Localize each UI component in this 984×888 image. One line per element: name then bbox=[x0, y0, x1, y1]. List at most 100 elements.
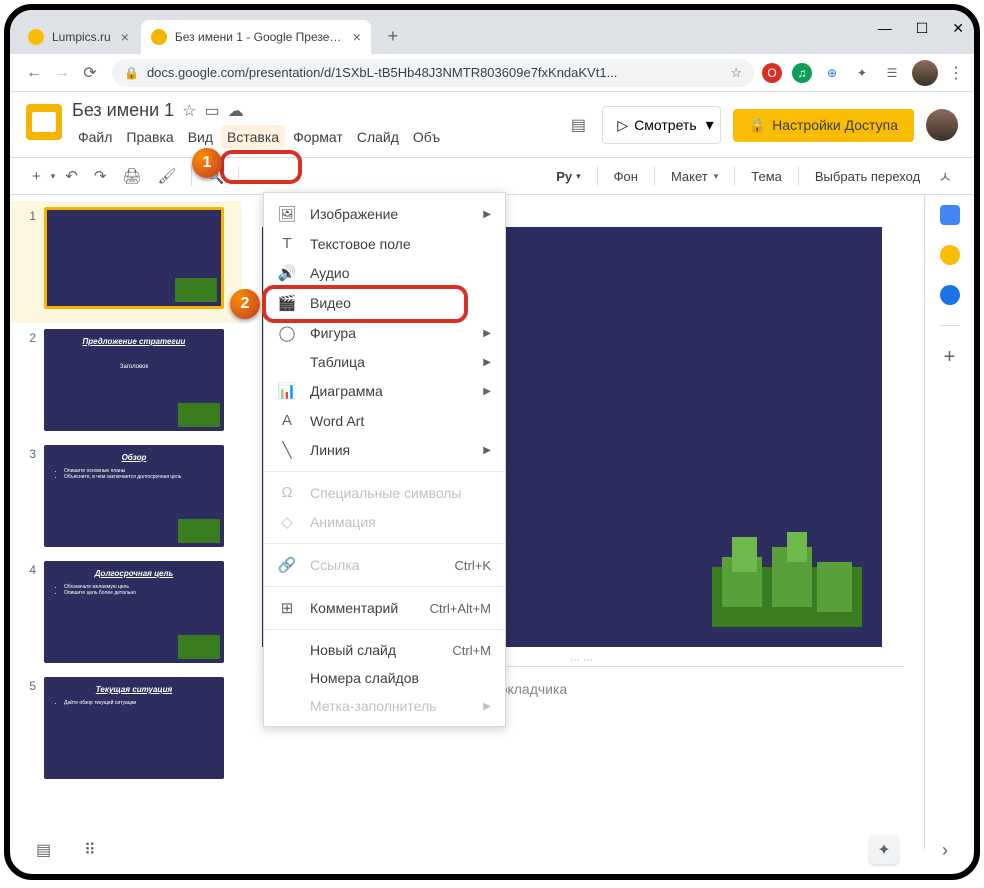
menu-slide[interactable]: Слайд bbox=[351, 125, 405, 149]
print-button[interactable]: 🖨 bbox=[116, 163, 147, 189]
slide-panel[interactable]: 1 2 Предложение стратегииЗаголовок 3 Обз… bbox=[10, 195, 242, 849]
add-icon[interactable]: + bbox=[944, 346, 956, 369]
side-rail: + bbox=[924, 195, 974, 849]
present-button[interactable]: ▷ Смотреть bbox=[602, 106, 711, 144]
close-icon[interactable]: × bbox=[121, 29, 129, 45]
menu-item-аудио[interactable]: 🔊 Аудио bbox=[264, 258, 505, 288]
collapse-icon[interactable]: ㅅ bbox=[932, 162, 958, 191]
url-text: docs.google.com/presentation/d/1SXbL-tB5… bbox=[147, 65, 617, 80]
menu-item-icon: ╲ bbox=[278, 441, 296, 459]
slide-thumb[interactable]: 3 ОбзорОпишите основные планыОбъясните, … bbox=[22, 445, 230, 547]
menu-item-изображение[interactable]: 🖼Изображение▶ bbox=[264, 199, 505, 229]
menu-item-таблица[interactable]: Таблица▶ bbox=[264, 348, 505, 376]
menu-item-icon: 🔊 bbox=[278, 264, 296, 282]
slide-number: 4 bbox=[22, 563, 36, 663]
url-input[interactable]: 🔒 docs.google.com/presentation/d/1SXbL-t… bbox=[112, 59, 754, 87]
redo-button[interactable]: ↷ bbox=[88, 163, 113, 189]
slide-number: 2 bbox=[22, 331, 36, 431]
new-tab-button[interactable]: + bbox=[379, 22, 407, 50]
bookmark-icon[interactable]: ☆ bbox=[730, 65, 742, 81]
forward-button[interactable]: → bbox=[48, 64, 76, 82]
menu-item-word-art[interactable]: AWord Art bbox=[264, 406, 505, 435]
menu-item-диаграмма[interactable]: 📊Диаграмма▶ bbox=[264, 376, 505, 406]
extensions-icon[interactable]: ✦ bbox=[852, 63, 872, 83]
menu-arrange[interactable]: Объ bbox=[407, 125, 446, 149]
tasks-icon[interactable] bbox=[940, 285, 960, 305]
menu-item-icon: ◇ bbox=[278, 513, 296, 531]
menu-item-линия[interactable]: ╲Линия▶ bbox=[264, 435, 505, 465]
comments-icon[interactable]: ▤ bbox=[566, 113, 590, 137]
menu-item-анимация: ◇Анимация bbox=[264, 507, 505, 537]
tb-theme[interactable]: Тема bbox=[743, 165, 790, 188]
tab-title: Без имени 1 - Google Презента bbox=[175, 30, 343, 44]
menu-item-label: Новый слайд bbox=[310, 642, 396, 658]
menu-item-текстовое-поле[interactable]: TТекстовое поле bbox=[264, 229, 505, 258]
maze-graphic bbox=[712, 537, 862, 627]
browser-tab-active[interactable]: Без имени 1 - Google Презента × bbox=[141, 20, 371, 54]
chevron-right-icon: ▶ bbox=[483, 386, 491, 397]
menu-item-label: Изображение bbox=[310, 206, 398, 222]
new-slide-button[interactable]: + bbox=[26, 164, 47, 189]
menu-icon[interactable]: ⋮ bbox=[948, 63, 964, 83]
ext-icon[interactable]: ♫ bbox=[792, 63, 812, 83]
window-controls: — ☐ ✕ bbox=[878, 20, 964, 37]
menu-item-label: Номера слайдов bbox=[310, 670, 419, 686]
undo-button[interactable]: ↶ bbox=[59, 163, 84, 189]
menu-item-icon: 🖼 bbox=[278, 205, 296, 223]
document-title[interactable]: Без имени 1 bbox=[72, 100, 174, 121]
browser-profile-avatar[interactable] bbox=[912, 60, 938, 86]
menu-view[interactable]: Вид bbox=[182, 125, 219, 149]
menu-item-номера-слайдов[interactable]: Номера слайдов bbox=[264, 664, 505, 692]
calendar-icon[interactable] bbox=[940, 205, 960, 225]
cloud-icon[interactable]: ☁ bbox=[228, 101, 244, 121]
menu-item-label: Фигура bbox=[310, 325, 356, 341]
keep-icon[interactable] bbox=[940, 245, 960, 265]
explore-button[interactable]: ✦ bbox=[870, 836, 898, 864]
menu-insert[interactable]: Вставка bbox=[221, 125, 285, 149]
grid-icon[interactable]: ⠿ bbox=[84, 840, 104, 860]
star-icon[interactable]: ☆ bbox=[182, 101, 196, 121]
share-button[interactable]: 🔒 Настройки Доступа bbox=[733, 109, 914, 142]
menu-item-icon: 🔗 bbox=[278, 556, 296, 574]
slide-number: 3 bbox=[22, 447, 36, 547]
lock-icon: 🔒 bbox=[749, 117, 766, 134]
filmstrip-icon[interactable]: ▤ bbox=[36, 840, 56, 860]
menu-file[interactable]: Файл bbox=[72, 125, 118, 149]
present-dropdown[interactable]: ▾ bbox=[700, 106, 721, 144]
menu-edit[interactable]: Правка bbox=[120, 125, 179, 149]
paint-format-button[interactable]: 🖌 bbox=[152, 163, 183, 189]
menu-item-icon: 📊 bbox=[278, 382, 296, 400]
menu-format[interactable]: Формат bbox=[287, 125, 349, 149]
collapse-rail-icon[interactable]: › bbox=[942, 840, 948, 861]
menu-item-новый-слайд[interactable]: Новый слайдCtrl+M bbox=[264, 636, 505, 664]
tb-transition[interactable]: Выбрать переход bbox=[807, 165, 928, 188]
maximize-icon[interactable]: ☐ bbox=[916, 20, 929, 37]
slide-thumb[interactable]: 1 bbox=[10, 201, 242, 323]
reload-button[interactable]: ⟳ bbox=[76, 63, 104, 83]
close-icon[interactable]: × bbox=[353, 29, 361, 45]
menu-item-комментарий[interactable]: ⊞КомментарийCtrl+Alt+M bbox=[264, 593, 505, 623]
insert-menu-dropdown: 🖼Изображение▶TТекстовое поле🔊Аудио🎬Видео… bbox=[263, 192, 506, 727]
reading-list-icon[interactable]: ☰ bbox=[882, 63, 902, 83]
menubar: Файл Правка Вид Вставка Формат Слайд Объ bbox=[72, 125, 566, 149]
back-button[interactable]: ← bbox=[20, 64, 48, 82]
menu-item-label: Аудио bbox=[310, 265, 350, 281]
slide-thumb[interactable]: 2 Предложение стратегииЗаголовок bbox=[22, 329, 230, 431]
slide-thumb[interactable]: 4 Долгосрочная цельОбозначьте желаемую ц… bbox=[22, 561, 230, 663]
minimize-icon[interactable]: — bbox=[878, 20, 892, 37]
tb-py[interactable]: Py▾ bbox=[548, 165, 588, 188]
slide-thumb[interactable]: 5 Текущая ситуацияДайте обзор текущей си… bbox=[22, 677, 230, 779]
tb-layout[interactable]: Макет bbox=[663, 165, 726, 188]
close-window-icon[interactable]: ✕ bbox=[952, 20, 964, 37]
move-icon[interactable]: ▭ bbox=[204, 101, 219, 121]
menu-item-label: Метка-заполнитель bbox=[310, 698, 436, 714]
ext-icon[interactable]: ⊕ bbox=[822, 63, 842, 83]
ext-icon[interactable]: O bbox=[762, 63, 782, 83]
slide-number: 5 bbox=[22, 679, 36, 779]
slides-logo-icon[interactable] bbox=[26, 104, 62, 140]
account-avatar[interactable] bbox=[926, 109, 958, 141]
present-label: Смотреть bbox=[634, 117, 696, 133]
tb-background[interactable]: Фон bbox=[606, 165, 646, 188]
menu-item-label: Комментарий bbox=[310, 600, 398, 616]
browser-tab[interactable]: Lumpics.ru × bbox=[18, 20, 139, 54]
